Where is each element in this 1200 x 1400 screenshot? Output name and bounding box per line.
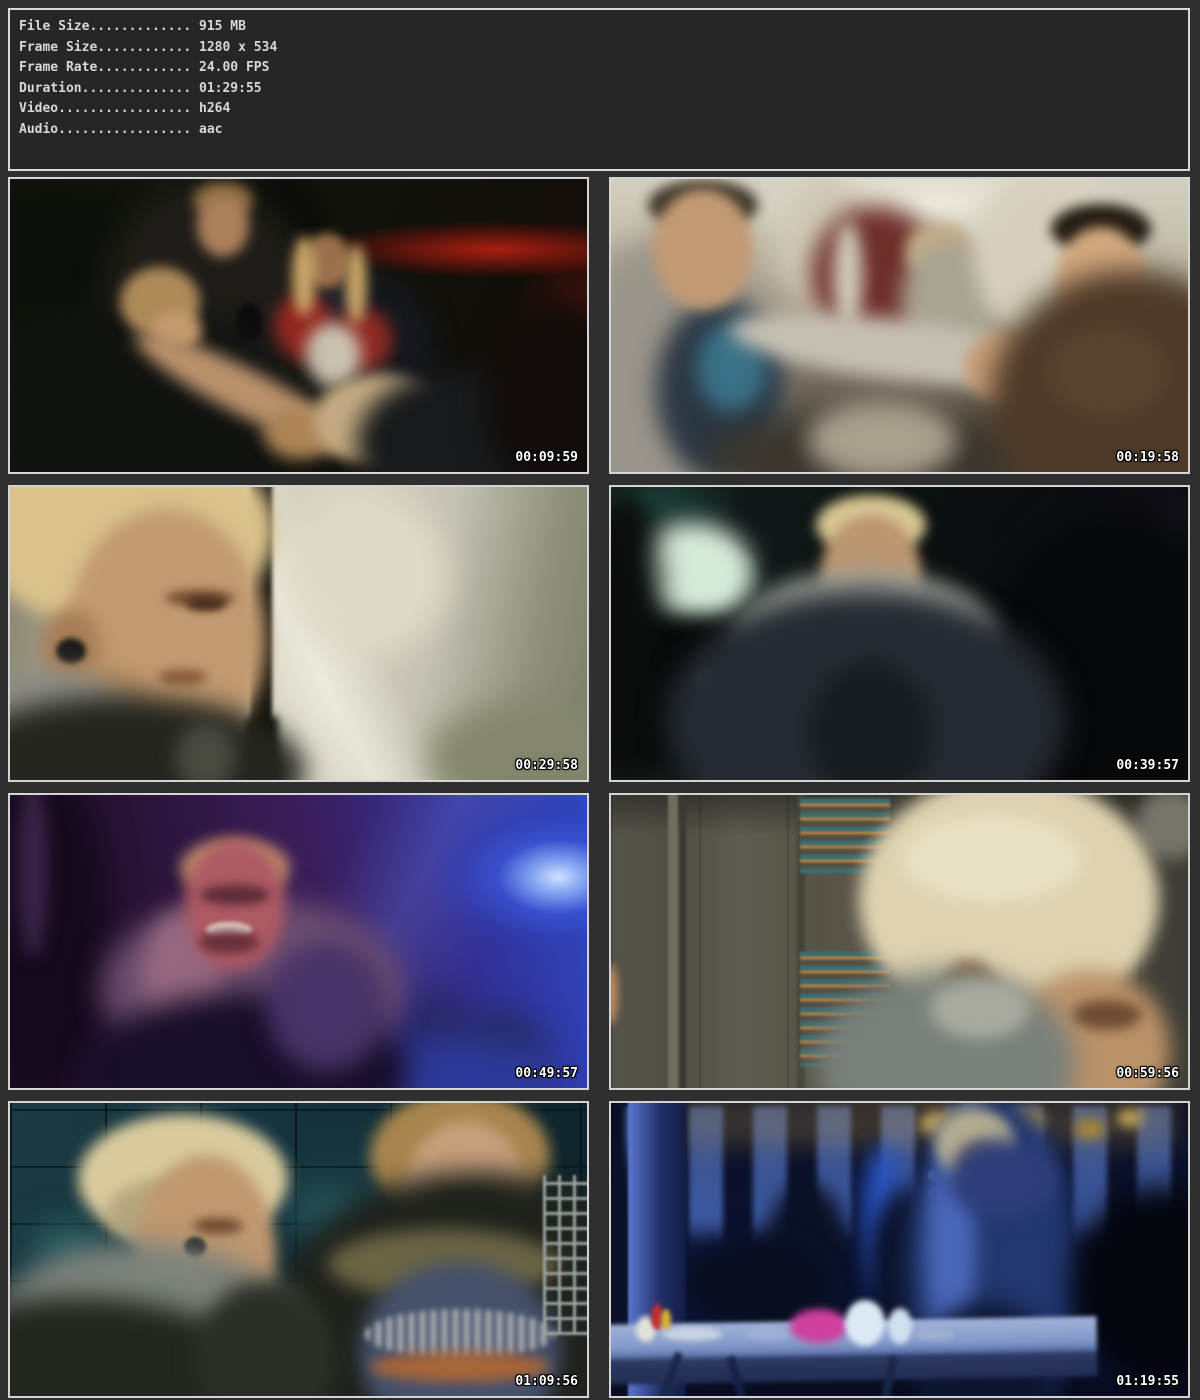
scene-shape — [653, 189, 753, 309]
scene-shape — [744, 1328, 790, 1340]
file-info-line: Duration.............. 01:29:55 — [19, 79, 1188, 100]
thumbnail-grid: 00:09:59 00:19:58 00:29:58 00:39:57 00:4… — [8, 177, 1190, 1398]
file-info-value: h264 — [199, 101, 230, 116]
video-thumbnail-3: 00:29:58 — [8, 485, 589, 782]
scene-shape — [807, 400, 957, 472]
file-info-value: 01:29:55 — [199, 81, 262, 96]
scene-shape — [668, 795, 678, 1088]
video-still-1 — [10, 179, 587, 472]
video-thumbnail-4: 00:39:57 — [609, 485, 1190, 782]
scene-shape — [662, 1327, 722, 1341]
scene-shape — [186, 597, 226, 611]
timestamp-overlay: 00:49:57 — [515, 1066, 578, 1081]
scene-shape — [483, 299, 587, 472]
scene-shape — [345, 244, 367, 324]
scene-shape — [1072, 1000, 1142, 1030]
scene-shape — [948, 1139, 1058, 1219]
scene-shape — [611, 964, 618, 1024]
timestamp-overlay: 00:39:57 — [1116, 758, 1179, 773]
file-info-value: 24.00 FPS — [199, 60, 269, 75]
timestamp-overlay: 00:09:59 — [515, 450, 578, 465]
video-thumbnail-1: 00:09:59 — [8, 177, 589, 474]
scene-shape — [914, 1328, 954, 1340]
timestamp-overlay: 01:09:56 — [515, 1374, 578, 1389]
video-thumbnail-7: 01:09:56 — [8, 1101, 589, 1398]
video-still-7 — [10, 1103, 587, 1396]
scene-shape — [288, 495, 448, 655]
file-info-label: File Size............. — [19, 19, 191, 34]
scene-shape — [661, 1309, 671, 1331]
video-contact-sheet: File Size............. 915 MB Frame Size.… — [0, 0, 1200, 1400]
video-still-4 — [611, 487, 1188, 780]
video-thumbnail-5: 00:49:57 — [8, 793, 589, 1090]
scene-shape — [292, 236, 316, 316]
file-info-label: Duration.............. — [19, 81, 191, 96]
scene-shape — [845, 1300, 885, 1346]
scene-shape — [267, 941, 387, 1071]
timestamp-overlay: 00:59:56 — [1116, 1066, 1179, 1081]
video-still-5 — [10, 795, 587, 1088]
scene-shape — [158, 669, 208, 685]
scene-shape — [1047, 327, 1167, 417]
video-still-2 — [611, 179, 1188, 472]
file-info-line: File Size............. 915 MB — [19, 17, 1188, 38]
file-info-value: aac — [199, 122, 222, 137]
scene-shape — [199, 930, 259, 954]
scene-shape — [1075, 1119, 1105, 1139]
scene-shape — [543, 1175, 587, 1335]
file-info-label: Video................. — [19, 101, 191, 116]
video-still-6 — [611, 795, 1188, 1088]
scene-shape — [1117, 1109, 1143, 1127]
timestamp-overlay: 00:29:58 — [515, 758, 578, 773]
scene-shape — [56, 638, 86, 664]
file-info-line: Audio................. aac — [19, 120, 1188, 141]
video-still-8 — [611, 1103, 1188, 1396]
file-info-label: Audio................. — [19, 122, 191, 137]
video-thumbnail-8: 01:19:55 — [609, 1101, 1190, 1398]
file-info-panel: File Size............. 915 MB Frame Size.… — [8, 8, 1190, 171]
file-info-label: Frame Rate............ — [19, 60, 191, 75]
scene-shape — [888, 1308, 912, 1344]
scene-shape — [200, 885, 270, 905]
file-info-value: 1280 x 534 — [199, 40, 277, 55]
scene-shape — [902, 814, 1082, 904]
video-still-3 — [10, 487, 587, 780]
file-info-line: Frame Rate............ 24.00 FPS — [19, 58, 1188, 79]
scene-shape — [193, 1218, 243, 1234]
file-info-line: Frame Size............ 1280 x 534 — [19, 38, 1188, 59]
file-info-value: 915 MB — [199, 19, 246, 34]
timestamp-overlay: 00:19:58 — [1116, 450, 1179, 465]
file-info-line: Video................. h264 — [19, 99, 1188, 120]
video-thumbnail-2: 00:19:58 — [609, 177, 1190, 474]
timestamp-overlay: 01:19:55 — [1116, 1374, 1179, 1389]
scene-shape — [197, 195, 249, 257]
scene-shape — [680, 795, 686, 1088]
video-thumbnail-6: 00:59:56 — [609, 793, 1190, 1090]
file-info-label: Frame Size............ — [19, 40, 191, 55]
scene-shape — [930, 979, 1030, 1039]
scene-shape — [790, 1309, 848, 1343]
